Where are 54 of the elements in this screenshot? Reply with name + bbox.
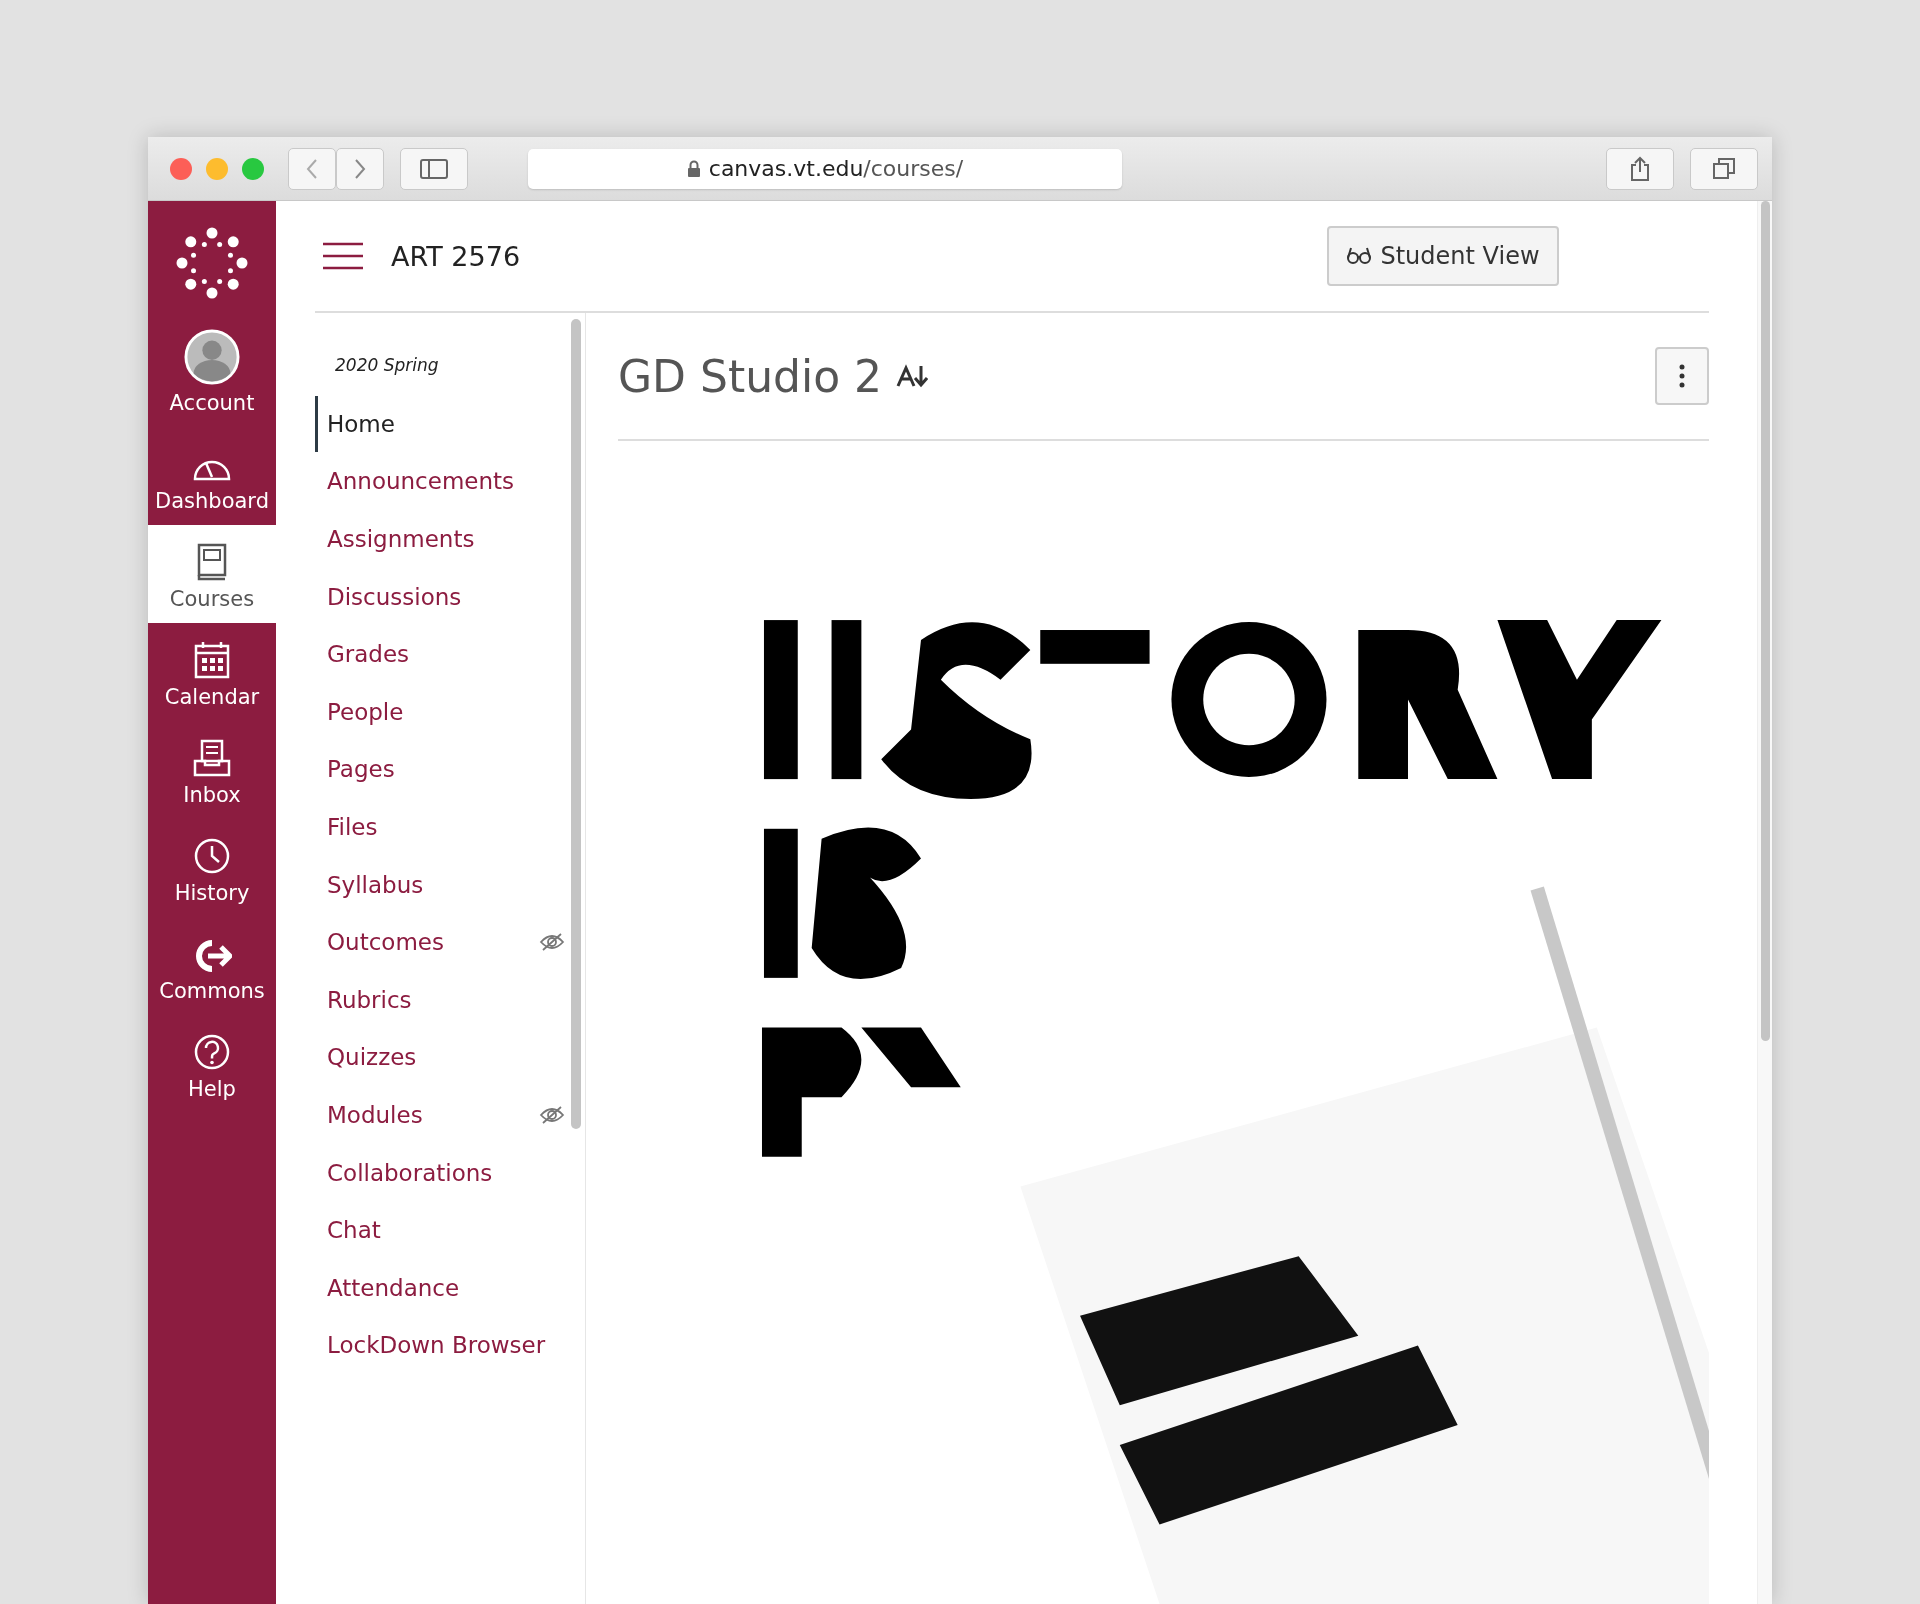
book-icon xyxy=(196,543,228,581)
logo-icon[interactable] xyxy=(176,227,248,299)
course-nav-link[interactable]: Announcements xyxy=(315,453,515,510)
course-nav-link[interactable]: Grades xyxy=(315,626,410,683)
zoom-window-button[interactable] xyxy=(242,157,264,180)
course-nav-link[interactable]: Modules xyxy=(315,1086,423,1143)
course-nav-link[interactable]: People xyxy=(315,683,404,740)
inbox-icon xyxy=(193,739,231,777)
course-nav-link[interactable]: Quizzes xyxy=(315,1029,417,1086)
global-nav-item[interactable]: Commons xyxy=(148,917,276,1015)
forward-button[interactable] xyxy=(336,147,384,190)
clock-icon xyxy=(193,837,231,875)
global-nav-item[interactable]: Inbox xyxy=(148,721,276,819)
global-nav-item[interactable]: Help xyxy=(148,1015,276,1113)
course-nav-link[interactable]: Discussions xyxy=(315,568,462,625)
course-nav-link[interactable]: LockDown Browser xyxy=(315,1317,546,1374)
text-size-icon xyxy=(896,364,929,388)
course-nav-link[interactable]: Chat xyxy=(315,1202,381,1259)
course-nav-link[interactable]: Rubrics xyxy=(315,971,412,1028)
course-nav-link[interactable]: Pages xyxy=(315,741,395,798)
course-title: GD Studio 2 xyxy=(618,350,883,402)
global-nav-item[interactable]: Courses xyxy=(148,525,276,623)
page-scrollbar-thumb[interactable] xyxy=(1760,201,1770,1041)
glasses-icon xyxy=(1346,246,1373,266)
more-options-button[interactable] xyxy=(1655,347,1709,405)
share-icon xyxy=(1629,155,1651,182)
more-icon xyxy=(1679,364,1685,388)
tabs-icon xyxy=(1712,156,1736,181)
course-nav-link[interactable]: Outcomes xyxy=(315,914,444,971)
course-nav-link[interactable]: Attendance xyxy=(315,1259,460,1316)
account-icon xyxy=(183,329,241,385)
course-nav-link[interactable]: Files xyxy=(315,798,378,855)
calendar-icon xyxy=(194,641,230,679)
sidebar-button[interactable] xyxy=(400,147,468,190)
help-icon xyxy=(193,1033,231,1071)
back-button[interactable] xyxy=(288,147,336,190)
tabs-button[interactable] xyxy=(1690,147,1758,190)
close-window-button[interactable] xyxy=(170,157,192,180)
address-bar[interactable]: canvas.vt.edu/courses/ xyxy=(528,148,1122,189)
global-nav-item[interactable]: Dashboard xyxy=(148,427,276,525)
global-nav-item[interactable]: History xyxy=(148,819,276,917)
scrollbar-thumb[interactable] xyxy=(571,319,581,1129)
course-nav-link[interactable]: Home xyxy=(315,395,395,452)
global-nav-item[interactable]: Account xyxy=(148,329,276,427)
course-nav-link[interactable]: Syllabus xyxy=(315,856,424,913)
term-label: 2020 Spring xyxy=(334,355,440,375)
global-nav-item[interactable]: Calendar xyxy=(148,623,276,721)
sidebar-icon xyxy=(420,158,448,179)
course-nav-link[interactable]: Assignments xyxy=(315,511,475,567)
minimize-window-button[interactable] xyxy=(206,157,228,180)
course-code[interactable]: ART 2576 xyxy=(391,240,521,272)
share-button[interactable] xyxy=(1606,147,1674,190)
student-view-button[interactable]: Student View xyxy=(1327,226,1559,286)
course-nav-link[interactable]: Collaborations xyxy=(315,1144,493,1201)
